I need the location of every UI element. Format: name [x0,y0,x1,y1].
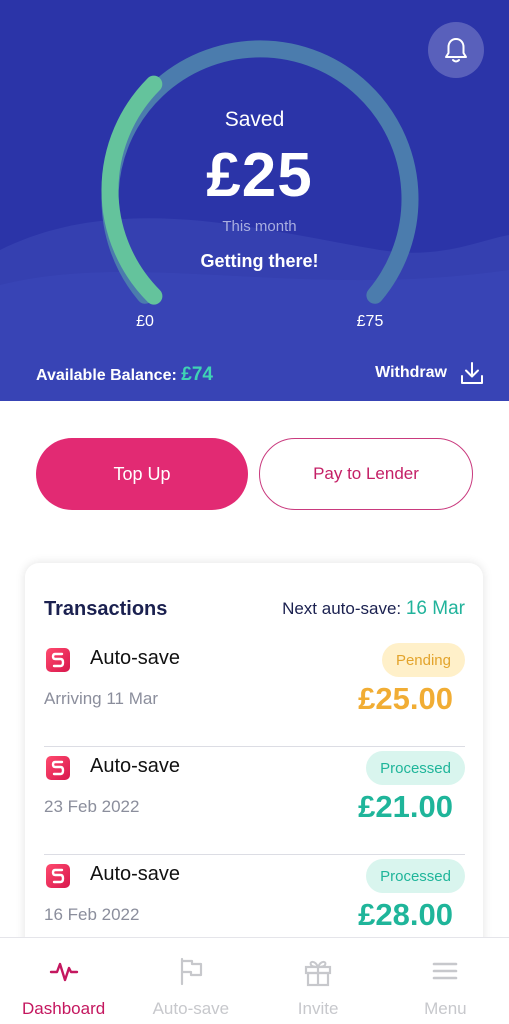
transaction-title: Auto-save [90,647,181,669]
transactions-card: Transactions Next auto-save: 16 Mar Auto… [25,563,483,963]
app-logo-icon [46,648,70,672]
bottom-tab-bar: Dashboard Auto-save Invite Menu [0,937,509,1024]
gauge-max-label: £75 [356,313,384,330]
tab-auto-save[interactable]: Auto-save [127,938,254,1024]
saved-label: Saved [224,108,285,131]
gift-icon [305,960,332,987]
tab-dashboard[interactable]: Dashboard [0,938,127,1024]
progress-message: Getting there! [200,251,319,271]
transaction-amount: £25.00 [358,681,453,716]
gauge-min-label: £0 [136,313,154,330]
transactions-title: Transactions [44,598,168,620]
period-label: This month [222,218,297,235]
transaction-amount: £28.00 [358,897,453,932]
download-icon [461,362,483,384]
balance-label: Available Balance: [36,367,177,384]
status-badge: Processed [366,859,465,893]
pay-to-lender-button[interactable]: Pay to Lender [259,438,473,510]
transaction-date: Arriving 11 Mar [44,689,158,708]
tab-label: Invite [297,999,339,1018]
transaction-row[interactable]: Auto-save Arriving 11 Mar Pending £25.00 [44,643,465,751]
divider [44,746,465,747]
balance-amount: £74 [181,364,213,385]
transaction-row[interactable]: Auto-save 23 Feb 2022 Processed £21.00 [44,751,465,859]
withdraw-label: Withdraw [375,364,447,381]
next-auto-save-date: 16 Mar [405,598,465,619]
menu-icon [433,962,458,980]
tab-label: Menu [424,999,467,1018]
transaction-date: 23 Feb 2022 [44,797,140,816]
savings-header: Saved £25 This month Getting there! £0 £… [0,0,509,401]
notifications-button[interactable] [428,22,484,78]
transaction-title: Auto-save [90,755,181,777]
next-auto-save-label: Next auto-save: [282,599,402,618]
app-logo-icon [46,864,70,888]
tab-invite[interactable]: Invite [255,938,382,1024]
next-auto-save: Next auto-save: 16 Mar [282,598,465,620]
available-balance: Available Balance: £74 [36,364,213,386]
top-up-button[interactable]: Top Up [36,438,248,510]
transaction-title: Auto-save [90,863,181,885]
tab-label: Dashboard [22,999,106,1018]
transaction-amount: £21.00 [358,789,453,824]
app-logo-icon [46,756,70,780]
saved-amount: £25 [206,141,313,210]
bell-icon [445,38,467,63]
withdraw-button[interactable]: Withdraw [375,360,485,386]
divider [44,854,465,855]
status-badge: Pending [381,643,465,677]
tab-menu[interactable]: Menu [382,938,509,1024]
tab-label: Auto-save [152,999,230,1018]
flag-icon [180,957,202,986]
transaction-date: 16 Feb 2022 [44,905,140,924]
activity-icon [49,962,78,982]
status-badge: Processed [366,751,465,785]
